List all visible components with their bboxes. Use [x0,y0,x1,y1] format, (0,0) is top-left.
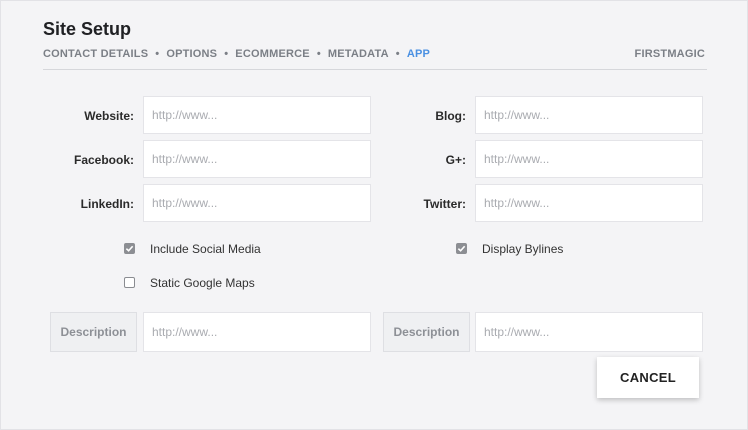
crumb-separator: • [224,48,229,60]
twitter-input[interactable] [475,184,703,222]
crumb-separator: • [316,48,321,60]
gplus-input[interactable] [475,140,703,178]
crumb-separator: • [395,48,400,60]
crumb-separator: • [155,48,160,60]
checkmark-icon [457,245,466,252]
static-google-maps-checkbox[interactable] [124,277,135,288]
description-left-label: Description [50,312,137,352]
description-right-label: Description [383,312,470,352]
breadcrumb: CONTACT DETAILS • OPTIONS • ECOMMERCE • … [43,48,430,60]
display-bylines-label: Display Bylines [482,242,564,256]
header-divider [43,69,707,70]
checkmark-icon [125,245,134,252]
crumb-options[interactable]: OPTIONS [166,48,217,60]
blog-input[interactable] [475,96,703,134]
include-social-media-label: Include Social Media [150,242,261,256]
gplus-label: G+: [445,153,466,167]
crumb-app[interactable]: APP [407,48,430,60]
brand-label: FIRSTMAGIC [634,48,705,60]
description-left-input[interactable] [143,312,371,352]
page-title: Site Setup [43,19,132,39]
static-google-maps-label: Static Google Maps [150,276,255,290]
display-bylines-checkbox[interactable] [456,243,467,254]
blog-label: Blog: [435,109,466,123]
twitter-label: Twitter: [423,197,466,211]
crumb-ecommerce[interactable]: ECOMMERCE [235,48,310,60]
site-setup-panel: Site Setup CONTACT DETAILS • OPTIONS • E… [0,0,748,430]
include-social-media-checkbox[interactable] [124,243,135,254]
crumb-contact-details[interactable]: CONTACT DETAILS [43,48,148,60]
description-right-input[interactable] [475,312,703,352]
crumb-metadata[interactable]: METADATA [328,48,389,60]
cancel-button[interactable]: CANCEL [597,357,699,398]
